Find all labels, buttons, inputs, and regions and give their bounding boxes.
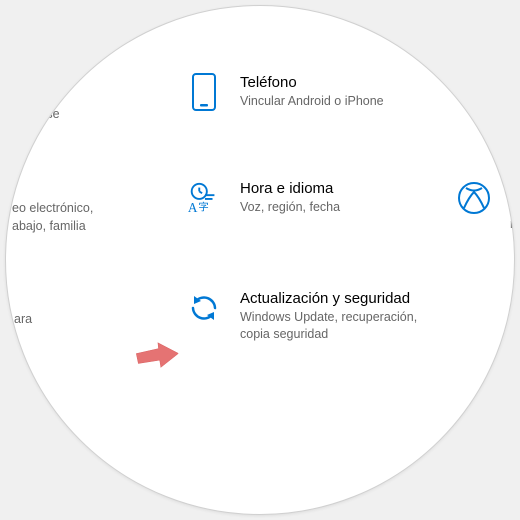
update-security-title: Actualización y seguridad [240,290,440,307]
update-security-desc: Windows Update, recuperación, copia segu… [240,309,440,343]
svg-text:字: 字 [198,200,208,213]
network-icon [482,76,515,112]
time-language-icon: A 字 [186,180,222,216]
xbox-icon [456,180,492,216]
accounts-desc-fragment: eo electrónico, abajo, familia [12,200,93,235]
devices-desc-fragment: mouse [22,106,60,124]
svg-text:A: A [188,200,198,215]
annotation-arrow [130,329,181,379]
settings-tile-phone[interactable]: Teléfono Vincular Android o iPhone [186,74,384,110]
settings-tile-gaming[interactable]: Jue Barra retran [456,180,515,233]
time-language-desc: Voz, región, fecha [240,199,340,216]
phone-title: Teléfono [240,74,384,91]
time-language-title: Hora e idioma [240,180,340,197]
phone-icon [186,74,222,110]
gaming-desc-fragment: Barra retran [510,199,515,233]
phone-desc: Vincular Android o iPhone [240,93,384,110]
sync-icon [186,290,222,326]
settings-tile-update-security[interactable]: Actualización y seguridad Windows Update… [186,290,440,343]
privacy-desc-fragment: ara [14,311,32,329]
gaming-title-fragment: Jue [510,180,515,197]
settings-tile-time-language[interactable]: A 字 Hora e idioma Voz, región, fecha [186,180,340,216]
